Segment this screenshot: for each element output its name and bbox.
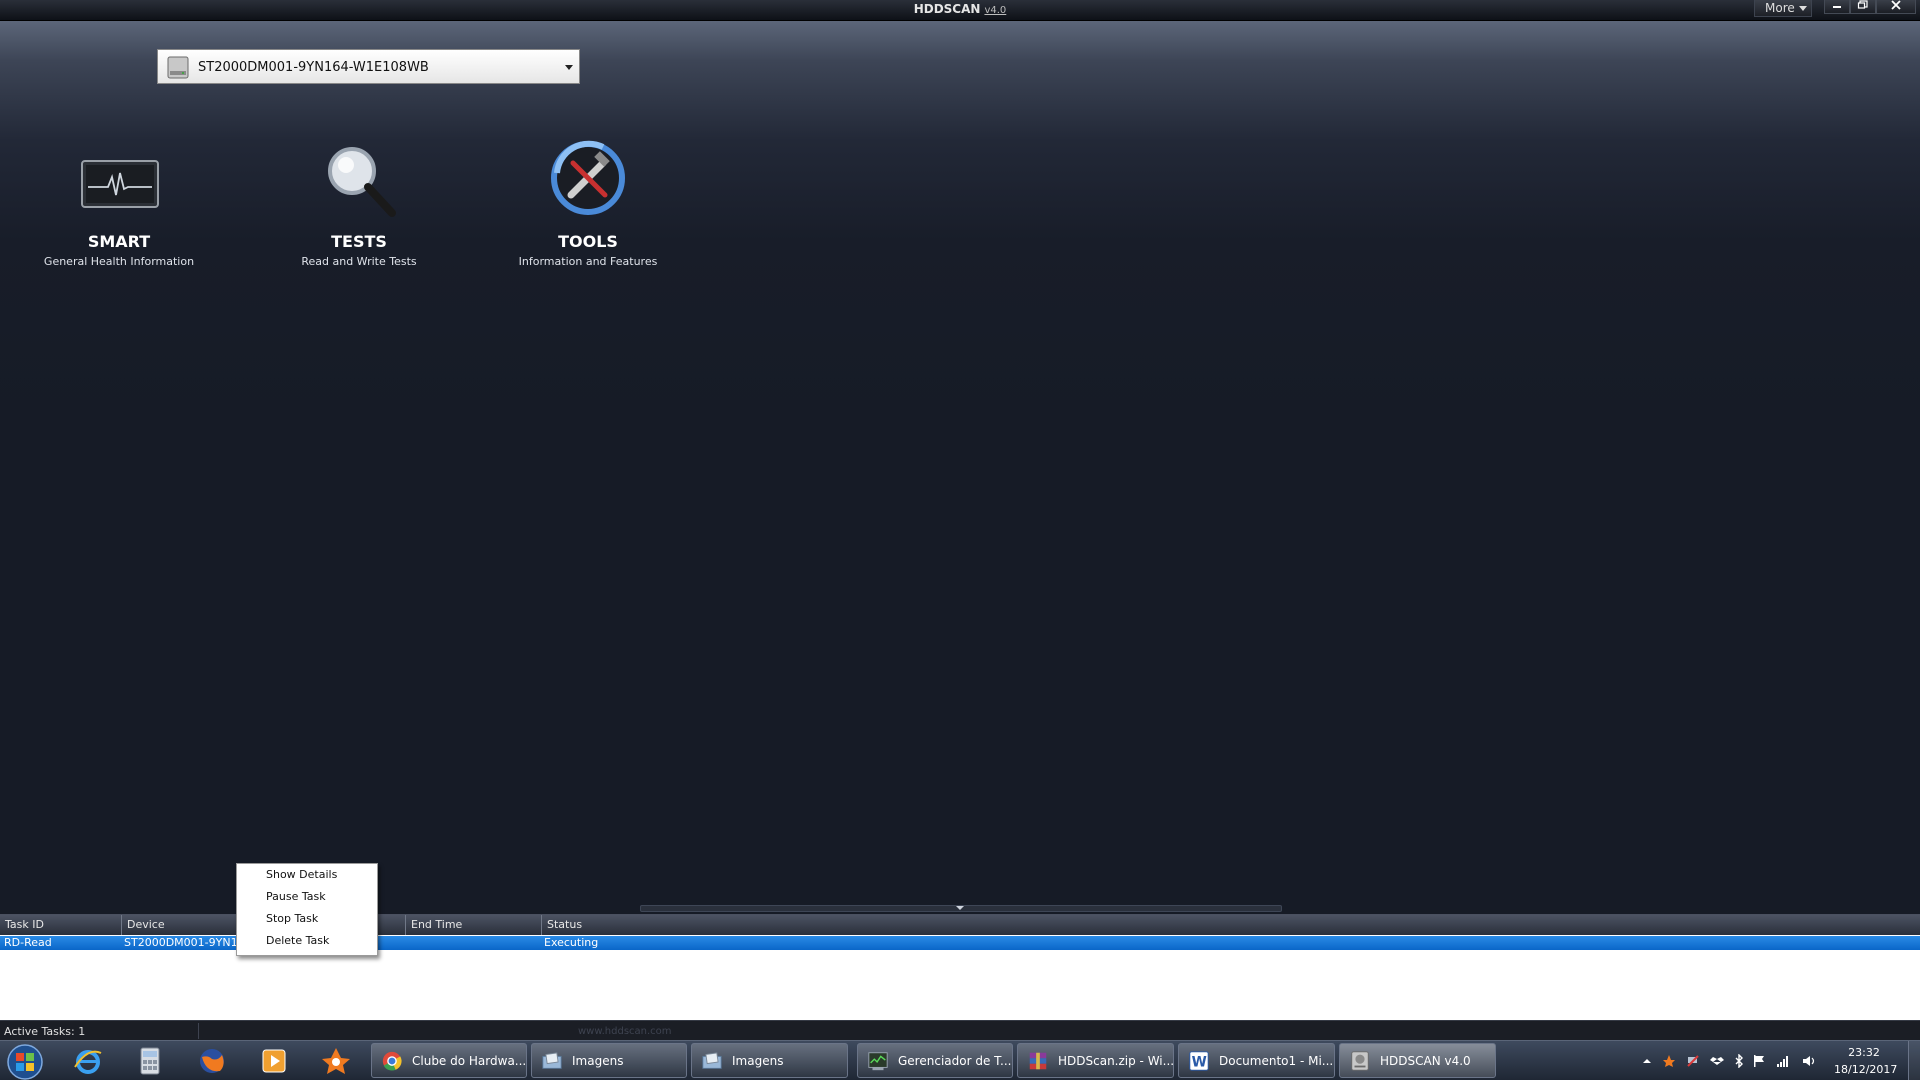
task-id-cell: RD-Read: [4, 936, 52, 949]
clock-time[interactable]: 23:32: [1834, 1046, 1894, 1059]
menu-item-stop-task[interactable]: Stop Task: [266, 911, 318, 927]
folder-icon: [702, 1052, 722, 1069]
volume-icon[interactable]: [1802, 1054, 1816, 1068]
internet-explorer-icon[interactable]: [72, 1045, 104, 1077]
start-button-icon[interactable]: [6, 1043, 44, 1080]
more-label: More: [1765, 1, 1795, 15]
close-icon: [1891, 0, 1901, 10]
dropbox-icon[interactable]: [1710, 1054, 1724, 1068]
taskbar-button-label: Gerenciador de T...: [898, 1054, 1012, 1068]
smart-module[interactable]: SMART General Health Information: [9, 133, 229, 268]
website-link[interactable]: www.hddscan.com: [578, 1026, 672, 1037]
end-time-cell: [406, 936, 542, 950]
status-cell: Executing: [544, 936, 599, 949]
hddscan-icon: [1351, 1051, 1369, 1071]
chevron-down-icon: [1798, 6, 1807, 11]
app-name: HDDSCAN: [913, 2, 981, 16]
device-select-value: ST2000DM001-9YN164-W1E108WB: [198, 60, 429, 75]
taskbar-button-winrar[interactable]: HDDScan.zip - Wi...: [1017, 1043, 1174, 1078]
maximize-icon: [1857, 0, 1868, 9]
taskbar-button-label: Imagens: [572, 1054, 624, 1068]
tools-icon: [551, 140, 625, 215]
winrar-icon: [1029, 1052, 1047, 1070]
arrow-up-icon[interactable]: [1640, 1054, 1654, 1068]
close-button[interactable]: [1876, 0, 1916, 14]
device-cell: ST2000DM001-9YN164: [124, 936, 238, 949]
column-header-task-id[interactable]: Task ID: [0, 915, 122, 935]
heartbeat-monitor-icon: [81, 160, 159, 208]
status-divider: [198, 1023, 199, 1039]
active-tasks-count: Active Tasks: 1: [4, 1025, 86, 1038]
tests-subtitle: Read and Write Tests: [301, 255, 417, 268]
maximize-button[interactable]: [1850, 0, 1876, 14]
tests-title: TESTS: [331, 232, 387, 251]
smart-title: SMART: [87, 232, 151, 251]
app-version[interactable]: v4.0: [984, 5, 1006, 16]
clock-date[interactable]: 18/12/2017: [1834, 1063, 1897, 1076]
menu-item-pause-task[interactable]: Pause Task: [266, 889, 326, 905]
calculator-icon[interactable]: [134, 1045, 166, 1077]
title-bar: HDDSCAN v4.0 More: [0, 0, 1920, 21]
avast-tray-icon[interactable]: [1662, 1054, 1676, 1068]
taskbar-button-label: Clube do Hardwa...: [412, 1054, 527, 1068]
minimize-button[interactable]: [1824, 0, 1850, 14]
menu-item-delete-task[interactable]: Delete Task: [266, 933, 329, 949]
chevron-down-icon: [565, 65, 573, 70]
word-icon: W: [1189, 1051, 1209, 1071]
menu-item-show-details[interactable]: Show Details: [266, 867, 337, 883]
show-desktop-button[interactable]: [1908, 1041, 1920, 1080]
tests-module[interactable]: TESTS Read and Write Tests: [249, 133, 469, 268]
column-header-device[interactable]: Device: [122, 915, 238, 935]
more-menu-button[interactable]: More: [1754, 0, 1812, 17]
tools-module[interactable]: TOOLS Information and Features: [478, 133, 698, 268]
chrome-icon: [382, 1051, 402, 1071]
bluetooth-icon[interactable]: [1732, 1054, 1746, 1068]
taskbar-button-hddscan[interactable]: HDDSCAN v4.0: [1339, 1043, 1496, 1078]
column-header-end-time[interactable]: End Time: [406, 915, 542, 935]
media-player-icon[interactable]: [258, 1045, 290, 1077]
taskbar-button-imagens-1[interactable]: Imagens: [531, 1043, 687, 1078]
column-header-status[interactable]: Status: [542, 915, 1920, 935]
avast-icon[interactable]: [320, 1045, 352, 1077]
device-select[interactable]: ST2000DM001-9YN164-W1E108WB: [157, 49, 580, 84]
firefox-icon[interactable]: [196, 1045, 228, 1077]
folder-icon: [542, 1052, 562, 1069]
taskbar-button-label: Documento1 - Mi...: [1219, 1054, 1334, 1068]
context-menu: Show Details Pause Task Stop Task Delete…: [236, 863, 378, 956]
signal-icon[interactable]: [1776, 1054, 1790, 1068]
minimize-icon: [1833, 6, 1841, 8]
taskbar-button-word[interactable]: W Documento1 - Mi...: [1178, 1043, 1335, 1078]
task-manager-icon: [868, 1052, 888, 1071]
tools-title: TOOLS: [558, 232, 618, 251]
window-title: HDDSCAN v4.0: [0, 2, 1920, 16]
tools-subtitle: Information and Features: [518, 255, 658, 268]
smart-subtitle: General Health Information: [43, 255, 195, 268]
svg-text:W: W: [1192, 1055, 1207, 1071]
chevron-down-icon[interactable]: [956, 906, 964, 910]
main-area: ST2000DM001-9YN164-W1E108WB SMART Genera…: [0, 21, 1920, 914]
taskbar-button-imagens-2[interactable]: Imagens: [691, 1043, 848, 1078]
taskbar-button-chrome[interactable]: Clube do Hardwa...: [371, 1043, 527, 1078]
windows-taskbar: Clube do Hardwa... Imagens Imagens Geren…: [0, 1040, 1920, 1080]
flag-icon[interactable]: [1752, 1054, 1766, 1068]
taskbar-button-label: HDDSCAN v4.0: [1380, 1054, 1471, 1068]
taskbar-button-label: HDDScan.zip - Wi...: [1058, 1054, 1175, 1068]
status-bar: Active Tasks: 1 www.hddscan.com: [0, 1020, 1920, 1041]
network-tool-icon[interactable]: [1686, 1054, 1700, 1068]
taskbar-button-label: Imagens: [732, 1054, 784, 1068]
hard-drive-icon: [167, 56, 189, 79]
magnifier-icon: [328, 147, 396, 217]
taskbar-button-task-manager[interactable]: Gerenciador de T...: [857, 1043, 1013, 1078]
